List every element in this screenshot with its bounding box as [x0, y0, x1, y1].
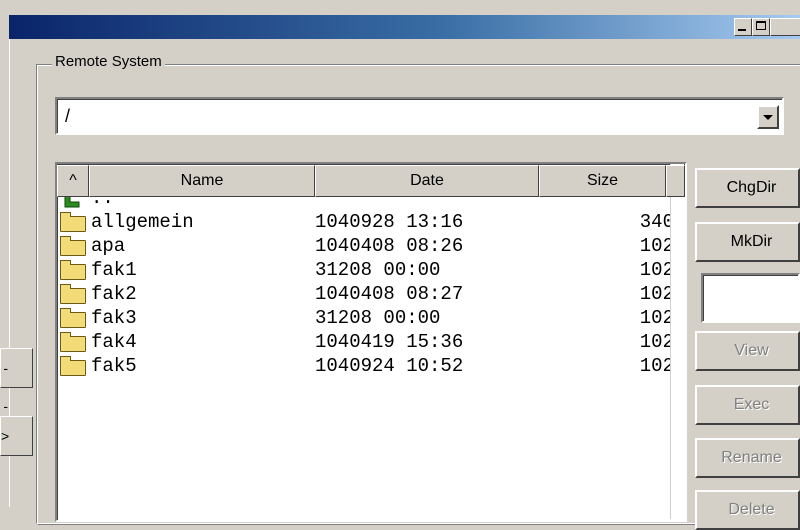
- maximize-icon: [756, 21, 766, 30]
- folder-icon: [57, 306, 89, 330]
- file-row[interactable]: fak2 1040408 08:27 102: [57, 282, 687, 306]
- file-date: 31208 00:00: [315, 259, 441, 281]
- file-row[interactable]: fak1 31208 00:00 102: [57, 258, 687, 282]
- file-date: 1040924 10:52: [315, 355, 464, 377]
- folder-icon: [57, 210, 89, 234]
- mkdir-button[interactable]: MkDir: [695, 222, 800, 262]
- maximize-button[interactable]: [752, 18, 770, 36]
- folder-shape: [60, 260, 86, 280]
- file-name: apa: [91, 235, 126, 257]
- folder-icon: [57, 282, 89, 306]
- remote-path-combo[interactable]: /: [55, 97, 784, 135]
- remote-command-field[interactable]: [701, 273, 800, 323]
- column-header-size[interactable]: Size: [539, 165, 666, 197]
- file-size: 340: [639, 211, 674, 233]
- delete-button[interactable]: Delete: [695, 490, 800, 530]
- folder-icon: [57, 330, 89, 354]
- sort-indicator-header[interactable]: ^: [57, 165, 89, 197]
- file-name: fak1: [91, 259, 137, 281]
- folder-shape: [60, 308, 86, 328]
- column-header-filler: [666, 165, 685, 197]
- minimize-button[interactable]: [734, 18, 752, 36]
- file-size: 102: [639, 259, 674, 281]
- file-date: 31208 00:00: [315, 307, 441, 329]
- transfer-right-button[interactable]: >: [0, 416, 33, 456]
- folder-icon: [57, 354, 89, 378]
- column-size-label: Size: [586, 172, 619, 189]
- file-size: 102: [639, 307, 674, 329]
- chgdir-button[interactable]: ChgDir: [695, 168, 800, 208]
- file-size: 102: [639, 235, 674, 257]
- list-scrollbar[interactable]: [670, 164, 684, 519]
- file-name: fak5: [91, 355, 137, 377]
- minimize-icon: [738, 29, 746, 31]
- file-name: fak4: [91, 331, 137, 353]
- folder-icon: [57, 234, 89, 258]
- view-button[interactable]: View: [695, 331, 800, 371]
- column-header-name[interactable]: Name: [89, 165, 315, 197]
- file-date: 1040408 08:26: [315, 235, 464, 257]
- column-date-label: Date: [410, 172, 444, 189]
- file-row[interactable]: allgemein 1040928 13:16 340: [57, 210, 687, 234]
- path-dropdown-button[interactable]: [757, 105, 779, 129]
- file-size: 102: [639, 283, 674, 305]
- file-name: fak2: [91, 283, 137, 305]
- exec-button[interactable]: Exec: [695, 385, 800, 425]
- sort-up-icon: ^: [69, 172, 77, 189]
- file-date: 1040419 15:36: [315, 331, 464, 353]
- folder-icon: [57, 258, 89, 282]
- remote-file-list[interactable]: .. allgemein 1040928 13:16 340 apa 1040408 08…: [55, 162, 687, 522]
- folder-shape: [60, 356, 86, 376]
- folder-shape: [60, 332, 86, 352]
- folder-shape: [60, 212, 86, 232]
- arrow-right-icon: >: [1, 428, 10, 444]
- column-name-label: Name: [180, 172, 224, 189]
- close-button[interactable]: [770, 18, 800, 36]
- file-row[interactable]: fak4 1040419 15:36 102: [57, 330, 687, 354]
- window-titlebar: [9, 15, 800, 39]
- file-size: 102: [639, 331, 674, 353]
- column-header-date[interactable]: Date: [315, 165, 539, 197]
- ellipsis-icon: --: [3, 360, 8, 414]
- remote-system-label: Remote System: [52, 53, 165, 71]
- file-date: 1040928 13:16: [315, 211, 464, 233]
- folder-shape: [60, 284, 86, 304]
- chevron-down-icon: [763, 115, 773, 120]
- file-size: 102: [639, 355, 674, 377]
- file-row[interactable]: fak5 1040924 10:52 102: [57, 354, 687, 378]
- file-row[interactable]: apa 1040408 08:26 102: [57, 234, 687, 258]
- folder-shape: [60, 236, 86, 256]
- transfer-left-button[interactable]: --: [0, 348, 33, 414]
- file-name: allgemein: [91, 211, 194, 233]
- rename-button[interactable]: Rename: [695, 438, 800, 478]
- file-date: 1040408 08:27: [315, 283, 464, 305]
- remote-path-value: /: [65, 106, 71, 126]
- file-row[interactable]: fak3 31208 00:00 102: [57, 306, 687, 330]
- file-name: fak3: [91, 307, 137, 329]
